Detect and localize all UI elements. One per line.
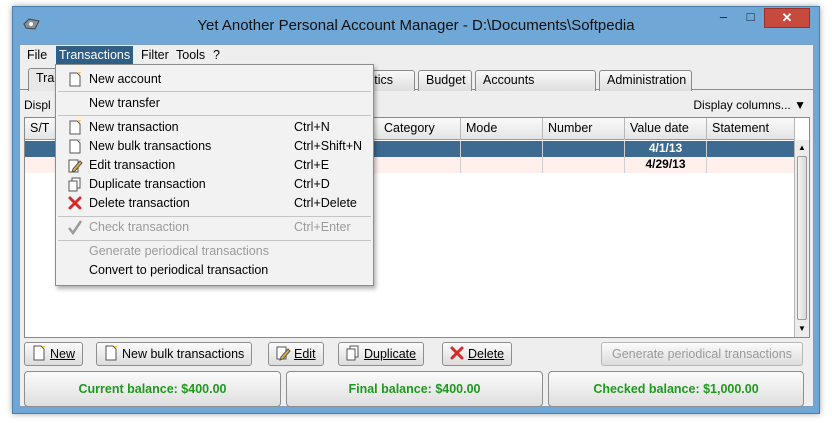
menu-separator — [58, 240, 371, 241]
display-columns-button[interactable]: Display columns... ▼ — [693, 98, 806, 112]
menu-check-transaction-shortcut: Ctrl+Enter — [294, 220, 351, 234]
menu-generate-periodical-label: Generate periodical transactions — [89, 244, 269, 258]
menu-new-bulk-transactions[interactable]: New bulk transactions Ctrl+Shift+N — [56, 137, 373, 156]
maximize-button[interactable]: □ — [737, 8, 764, 28]
row-cell-mode — [461, 141, 543, 157]
menu-duplicate-transaction-label: Duplicate transaction — [89, 177, 206, 191]
tab-budget[interactable]: Budget — [418, 70, 472, 91]
menu-delete-transaction[interactable]: Delete transaction Ctrl+Delete — [56, 194, 373, 213]
dropdown-arrow-icon: ▼ — [794, 98, 806, 112]
minimize-button[interactable]: – — [710, 8, 737, 28]
menu-edit-transaction[interactable]: Edit transaction Ctrl+E — [56, 156, 373, 175]
column-header-mode[interactable]: Mode — [461, 118, 543, 140]
checked-balance-panel: Checked balance: $1,000.00 — [548, 371, 804, 407]
edit-icon — [276, 346, 291, 361]
menu-file[interactable]: File — [24, 46, 50, 64]
new-button-label: New — [50, 347, 76, 361]
display-columns-label: Display columns... — [693, 98, 791, 112]
window-title: Yet Another Personal Account Manager - D… — [197, 17, 635, 34]
scroll-up-icon[interactable]: ▲ — [797, 142, 807, 154]
menu-check-transaction[interactable]: Check transaction Ctrl+Enter — [56, 218, 373, 237]
delete-button-label: Delete — [468, 347, 505, 361]
menu-delete-transaction-label: Delete transaction — [89, 196, 190, 210]
row-cell-value-date: 4/1/13 — [625, 141, 707, 157]
edit-button[interactable]: Edit — [268, 342, 324, 366]
edit-transaction-icon — [68, 159, 83, 173]
new-transaction-icon — [69, 120, 81, 135]
menu-check-transaction-label: Check transaction — [89, 220, 190, 234]
row-cell-category — [379, 157, 461, 173]
new-account-icon — [69, 72, 81, 87]
check-icon — [68, 220, 83, 235]
new-document-icon — [33, 345, 45, 361]
delete-icon — [450, 346, 464, 360]
menu-new-transaction-label: New transaction — [89, 120, 179, 134]
display-label: Displ — [24, 98, 51, 112]
scroll-thumb[interactable] — [797, 156, 807, 320]
column-header-value-date[interactable]: Value date — [625, 118, 707, 140]
vertical-scrollbar[interactable]: ▲ ▼ — [794, 140, 809, 337]
menu-generate-periodical-transactions[interactable]: Generate periodical transactions — [56, 242, 373, 261]
menu-convert-to-periodical-transaction[interactable]: Convert to periodical transaction — [56, 261, 373, 280]
menu-delete-transaction-shortcut: Ctrl+Delete — [294, 196, 357, 210]
menu-new-transfer-label: New transfer — [89, 96, 160, 110]
menu-bar: File Transactions Filter Tools ? — [20, 45, 813, 65]
menu-new-bulk-transactions-label: New bulk transactions — [89, 139, 212, 153]
menu-new-account-label: New account — [89, 72, 162, 86]
menu-duplicate-transaction[interactable]: Duplicate transaction Ctrl+D — [56, 175, 373, 194]
menu-separator — [58, 115, 371, 116]
row-cell-statement — [707, 157, 795, 173]
new-bulk-transactions-button[interactable]: New bulk transactions — [96, 342, 253, 366]
menu-duplicate-transaction-shortcut: Ctrl+D — [294, 177, 330, 191]
row-cell-number — [543, 141, 625, 157]
title-bar[interactable]: Yet Another Personal Account Manager - D… — [13, 7, 819, 43]
row-cell-category — [379, 141, 461, 157]
delete-transaction-icon — [68, 196, 82, 210]
transactions-menu-dropdown: New account New transfer New transaction… — [55, 64, 374, 286]
row-cell-mode — [461, 157, 543, 173]
menu-edit-transaction-label: Edit transaction — [89, 158, 176, 172]
menu-new-bulk-transactions-shortcut: Ctrl+Shift+N — [294, 139, 363, 153]
duplicate-button[interactable]: Duplicate — [338, 342, 425, 366]
menu-new-transfer[interactable]: New transfer — [56, 94, 373, 113]
row-cell-value-date: 4/29/13 — [625, 157, 707, 173]
menu-filter[interactable]: Filter — [138, 46, 172, 64]
scroll-down-icon[interactable]: ▼ — [797, 323, 807, 335]
menu-convert-periodical-label: Convert to periodical transaction — [89, 263, 269, 277]
tab-administration[interactable]: Administration — [599, 70, 692, 91]
new-button[interactable]: New — [24, 342, 84, 366]
menu-help[interactable]: ? — [210, 46, 223, 64]
row-cell-number — [543, 157, 625, 173]
menu-tools[interactable]: Tools — [173, 46, 208, 64]
edit-button-label: Edit — [294, 347, 316, 361]
tab-accounts-summary[interactable]: Accounts summary — [475, 70, 596, 106]
current-balance-panel: Current balance: $400.00 — [24, 371, 281, 407]
column-header-statement[interactable]: Statement — [707, 118, 795, 140]
delete-button[interactable]: Delete — [442, 342, 513, 366]
menu-separator — [58, 91, 371, 92]
new-bulk-icon — [105, 345, 117, 361]
menu-new-transaction-shortcut: Ctrl+N — [294, 120, 330, 134]
generate-periodical-transactions-button[interactable]: Generate periodical transactions — [601, 342, 803, 366]
column-header-number[interactable]: Number — [543, 118, 625, 140]
final-balance-panel: Final balance: $400.00 — [286, 371, 543, 407]
menu-separator — [58, 216, 371, 217]
new-bulk-transactions-label: New bulk transactions — [122, 347, 245, 361]
menu-edit-transaction-shortcut: Ctrl+E — [294, 158, 330, 172]
row-cell-statement — [707, 141, 795, 157]
menu-new-transaction[interactable]: New transaction Ctrl+N — [56, 118, 373, 137]
duplicate-transaction-icon — [68, 177, 81, 192]
close-button[interactable]: ✕ — [764, 8, 810, 28]
menu-new-account[interactable]: New account — [56, 70, 373, 89]
menu-transactions[interactable]: Transactions — [56, 46, 134, 64]
duplicate-button-label: Duplicate — [364, 347, 417, 361]
new-bulk-transactions-icon — [69, 139, 81, 154]
column-header-category[interactable]: Category — [379, 118, 461, 140]
duplicate-icon — [346, 345, 359, 361]
